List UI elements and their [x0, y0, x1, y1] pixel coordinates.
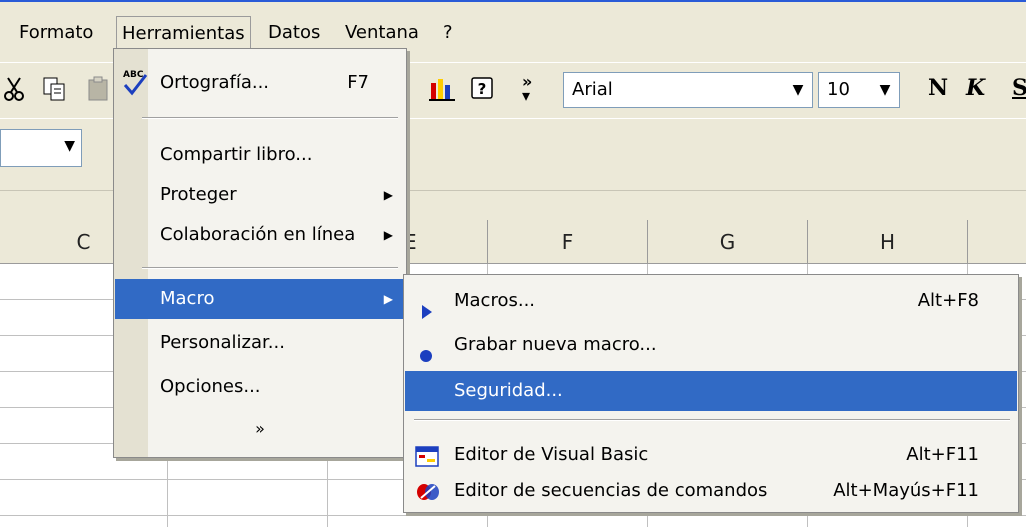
submenu-item-grabar-macro[interactable]: Grabar nueva macro... [405, 325, 1017, 365]
bold-button[interactable]: N [928, 75, 948, 101]
submenu-item-shortcut: Alt+Mayús+F11 [833, 480, 979, 501]
submenu-item-label: Macros... [454, 290, 536, 311]
column-header-h[interactable]: H [808, 220, 968, 264]
menu-item-label: Proteger [160, 184, 237, 205]
paste-icon[interactable] [86, 75, 112, 103]
menu-separator [142, 117, 398, 119]
macro-submenu: Macros... Alt+F8 Grabar nueva macro... S… [403, 274, 1019, 513]
submenu-item-shortcut: Alt+F8 [917, 290, 979, 311]
herramientas-menu: ABC Ortografía... F7 Compartir libro... … [113, 48, 407, 458]
copy-icon[interactable] [42, 75, 68, 103]
visual-basic-editor-icon [415, 443, 441, 467]
svg-text:ABC: ABC [123, 70, 144, 80]
submenu-item-shortcut: Alt+F11 [906, 444, 979, 465]
menu-item-label: Personalizar... [160, 332, 285, 353]
italic-button[interactable]: K [966, 75, 985, 101]
menu-item-compartir-libro[interactable]: Compartir libro... [115, 135, 405, 175]
menu-item-label: Macro [160, 288, 215, 309]
menu-item-label: Compartir libro... [160, 144, 313, 165]
font-name-value: Arial [572, 79, 613, 100]
chevron-down-icon[interactable]: ▼ [64, 138, 75, 154]
font-size-combo[interactable]: 10 ▼ [818, 72, 900, 108]
underline-button[interactable]: S [1012, 75, 1026, 101]
menu-item-macro[interactable]: Macro ▶ [115, 279, 405, 319]
chevron-down-icon[interactable]: ▼ [788, 73, 808, 107]
submenu-item-editor-script[interactable]: Editor de secuencias de comandos Alt+May… [405, 471, 1017, 511]
record-icon [419, 338, 433, 362]
column-header-i[interactable] [968, 220, 1026, 264]
submenu-arrow-icon: ▶ [383, 228, 393, 242]
play-icon [421, 294, 433, 319]
menu-item-label: Colaboración en línea [160, 224, 356, 245]
menu-separator [142, 267, 398, 269]
chevron-down-icon[interactable]: ▼ [875, 73, 895, 107]
menu-item-label: Opciones... [160, 376, 261, 397]
column-header-f[interactable]: F [488, 220, 648, 264]
toolbar-options-icon[interactable]: » ▾ [522, 74, 538, 104]
submenu-item-seguridad[interactable]: Seguridad... [405, 371, 1017, 411]
menu-item-colaboracion[interactable]: Colaboración en línea ▶ [115, 215, 405, 255]
menu-separator [414, 419, 1010, 421]
name-box[interactable]: ▼ [0, 129, 82, 167]
help-icon[interactable]: ? [470, 75, 496, 103]
menu-datos[interactable]: Datos [263, 16, 325, 50]
spellcheck-icon: ABC [121, 67, 149, 97]
menu-herramientas[interactable]: Herramientas [116, 16, 251, 50]
submenu-item-label: Grabar nueva macro... [454, 334, 657, 355]
expand-menu-button[interactable]: » [115, 419, 405, 438]
submenu-item-label: Seguridad... [454, 380, 563, 401]
submenu-arrow-icon: ▶ [383, 292, 393, 306]
menu-item-personalizar[interactable]: Personalizar... [115, 323, 405, 363]
svg-text:?: ? [478, 80, 487, 98]
submenu-item-label: Editor de secuencias de comandos [454, 480, 768, 501]
menu-ventana[interactable]: Ventana [340, 16, 424, 50]
submenu-item-macros[interactable]: Macros... Alt+F8 [405, 281, 1017, 321]
script-editor-icon [415, 479, 441, 503]
menu-item-ortografia[interactable]: ABC Ortografía... F7 [115, 63, 405, 103]
submenu-item-editor-vb[interactable]: Editor de Visual Basic Alt+F11 [405, 435, 1017, 475]
cut-icon[interactable] [2, 75, 28, 103]
chart-wizard-icon[interactable] [428, 75, 458, 103]
menu-item-proteger[interactable]: Proteger ▶ [115, 175, 405, 215]
font-name-combo[interactable]: Arial ▼ [563, 72, 813, 108]
font-size-value: 10 [827, 79, 850, 100]
menu-help[interactable]: ? [438, 16, 458, 50]
menu-item-shortcut: F7 [347, 72, 369, 93]
menu-item-label: Ortografía... [160, 72, 270, 93]
submenu-item-label: Editor de Visual Basic [454, 444, 649, 465]
submenu-arrow-icon: ▶ [383, 188, 393, 202]
menu-formato[interactable]: Formato [14, 16, 98, 50]
menu-item-opciones[interactable]: Opciones... [115, 367, 405, 407]
column-header-g[interactable]: G [648, 220, 808, 264]
